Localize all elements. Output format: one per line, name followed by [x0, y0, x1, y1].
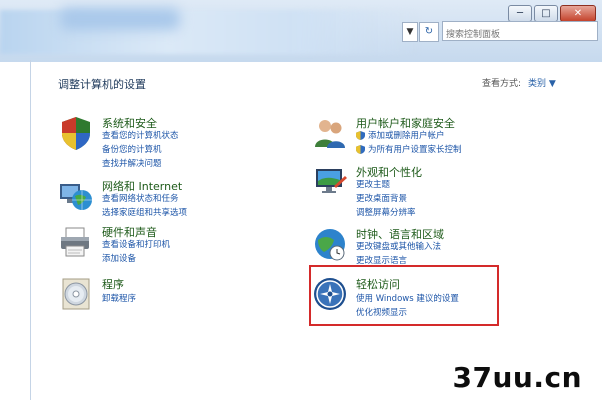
close-button[interactable]: ✕ — [560, 5, 596, 22]
category-link[interactable]: 更改桌面背景 — [356, 192, 407, 204]
category-link[interactable]: 查看您的计算机状态 — [102, 129, 179, 141]
category-link[interactable]: 添加设备 — [102, 252, 136, 264]
category-link[interactable]: 选择家庭组和共享选项 — [102, 206, 187, 218]
category-link[interactable]: 查找并解决问题 — [102, 157, 162, 169]
users-icon — [315, 120, 345, 148]
uac-shield-icon — [356, 131, 365, 140]
view-by-dropdown[interactable]: 类别 ▼ — [528, 76, 556, 89]
maximize-button[interactable]: □ — [534, 5, 558, 22]
category-link[interactable]: 更改键盘或其他输入法 — [356, 240, 441, 252]
category-link[interactable]: 更改主题 — [356, 178, 390, 190]
category-link[interactable]: 添加或删除用户帐户 — [368, 129, 445, 141]
category-link[interactable]: 备份您的计算机 — [102, 143, 162, 155]
window-title-bar: ─ □ ✕ ▼ ↻ — [0, 0, 602, 62]
category-title[interactable]: 程序 — [102, 276, 124, 292]
network-globe-icon — [60, 184, 92, 210]
category-link[interactable]: 为所有用户设置家长控制 — [368, 143, 462, 155]
clock-globe-icon — [315, 229, 345, 261]
watermark: 37uu.cn — [452, 361, 582, 394]
category-link[interactable]: 调整屏幕分辨率 — [356, 206, 416, 218]
highlight-box — [309, 265, 499, 326]
search-input[interactable] — [443, 26, 599, 44]
blurred-region — [60, 8, 180, 30]
refresh-icon[interactable]: ↻ — [419, 22, 439, 42]
page-title: 调整计算机的设置 — [58, 78, 146, 91]
window-controls: ─ □ ✕ — [508, 5, 596, 22]
view-by-label: 查看方式: — [482, 79, 522, 89]
uac-shield-icon — [356, 145, 365, 154]
category-link[interactable]: 查看设备和打印机 — [102, 238, 170, 250]
printer-icon — [61, 227, 89, 257]
category-link[interactable]: 卸载程序 — [102, 292, 136, 304]
monitor-appearance-icon — [316, 169, 347, 193]
category-link[interactable]: 查看网络状态和任务 — [102, 192, 179, 204]
minimize-button[interactable]: ─ — [508, 5, 532, 22]
search-box[interactable] — [442, 21, 599, 44]
address-dropdown-button[interactable]: ▼ — [402, 22, 418, 42]
programs-disc-icon — [62, 278, 90, 310]
shield-security-icon — [62, 117, 90, 150]
